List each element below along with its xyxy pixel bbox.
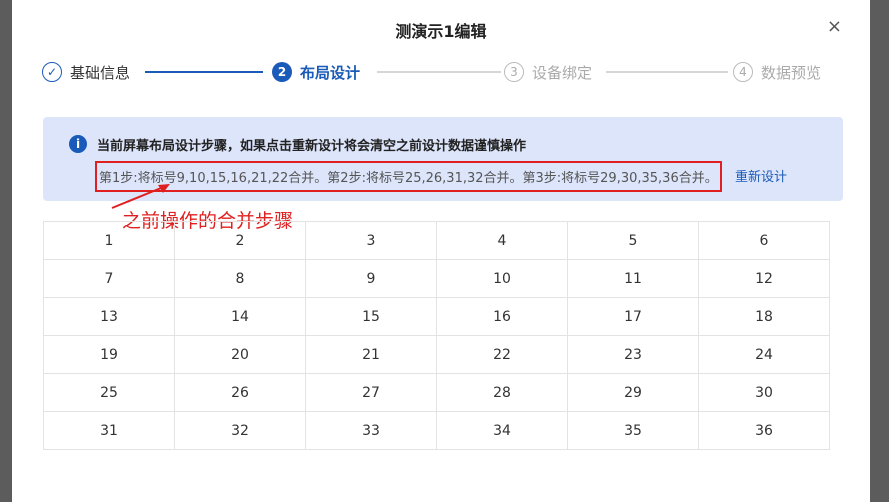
step-connector [377,71,501,73]
grid-cell[interactable]: 30 [698,373,830,412]
redesign-link[interactable]: 重新设计 [735,166,787,185]
info-heading: 当前屏幕布局设计步骤，如果点击重新设计将会清空之前设计数据谨慎操作 [97,139,527,154]
step-label: 基础信息 [70,63,131,82]
grid-cell[interactable]: 14 [174,297,306,336]
grid-cell[interactable]: 21 [305,335,437,374]
grid-cell[interactable]: 28 [436,373,568,412]
grid-cell[interactable]: 26 [174,373,306,412]
grid-cell[interactable]: 33 [305,411,437,450]
grid-row: 7 8 9 10 11 12 [43,259,830,298]
grid-cell[interactable]: 5 [567,221,699,260]
close-icon[interactable]: × [827,18,842,36]
grid-cell[interactable]: 19 [43,335,175,374]
step-label: 数据预览 [761,63,822,82]
step-basic-info[interactable]: ✓ 基础信息 [42,60,130,84]
grid-cell[interactable]: 32 [174,411,306,450]
step-data-preview[interactable]: 4 数据预览 [733,60,821,84]
step-number: 4 [733,62,753,82]
grid-cell[interactable]: 29 [567,373,699,412]
grid-cell[interactable]: 16 [436,297,568,336]
step-indicator: ✓ 基础信息 2 布局设计 3 设备绑定 4 数据预览 [42,60,842,84]
grid-cell[interactable]: 10 [436,259,568,298]
grid-row: 25 26 27 28 29 30 [43,373,830,412]
info-icon: i [69,135,87,153]
layout-grid: 1 2 3 4 5 6 7 8 9 10 11 12 13 14 15 16 17 18 19 20 21 22 23 24 2… [43,221,830,450]
grid-cell[interactable]: 15 [305,297,437,336]
grid-row: 123456 [43,221,830,260]
grid-cell[interactable]: 8 [174,259,306,298]
grid-cell[interactable]: 1 [43,221,175,260]
grid-cell[interactable]: 2 [174,221,306,260]
grid-cell[interactable]: 13 [43,297,175,336]
step-label: 布局设计 [300,63,361,82]
grid-cell[interactable]: 7 [43,259,175,298]
grid-cell[interactable]: 34 [436,411,568,450]
step-number: 3 [504,62,524,82]
grid-cell[interactable]: 25 [43,373,175,412]
check-icon: ✓ [42,62,62,82]
step-connector [606,71,728,73]
step-layout-design[interactable]: 2 布局设计 [272,60,360,84]
grid-cell[interactable]: 23 [567,335,699,374]
step-number: 2 [272,62,292,82]
grid-cell[interactable]: 9 [305,259,437,298]
grid-cell[interactable]: 17 [567,297,699,336]
edit-dialog: 测演示1编辑 × ✓ 基础信息 2 布局设计 3 设备绑定 4 数据预览 i 当… [12,0,870,502]
grid-cell[interactable]: 35 [567,411,699,450]
step-device-binding[interactable]: 3 设备绑定 [504,60,592,84]
grid-cell[interactable]: 22 [436,335,568,374]
grid-cell[interactable]: 36 [698,411,830,450]
dialog-title: 测演示1编辑 [395,22,487,41]
grid-cell[interactable]: 31 [43,411,175,450]
grid-cell[interactable]: 12 [698,259,830,298]
merge-steps-text: 第1步:将标号9,10,15,16,21,22合并。第2步:将标号25,26,3… [95,161,722,192]
grid-cell[interactable]: 24 [698,335,830,374]
step-connector [145,71,263,73]
grid-row: 31 32 33 34 35 36 [43,411,830,450]
grid-cell[interactable]: 4 [436,221,568,260]
grid-cell[interactable]: 11 [567,259,699,298]
step-label: 设备绑定 [532,63,593,82]
grid-cell[interactable]: 20 [174,335,306,374]
grid-row: 19 20 21 22 23 24 [43,335,830,374]
grid-cell[interactable]: 6 [698,221,830,260]
grid-cell[interactable]: 18 [698,297,830,336]
grid-cell[interactable]: 27 [305,373,437,412]
grid-cell[interactable]: 3 [305,221,437,260]
grid-row: 13 14 15 16 17 18 [43,297,830,336]
